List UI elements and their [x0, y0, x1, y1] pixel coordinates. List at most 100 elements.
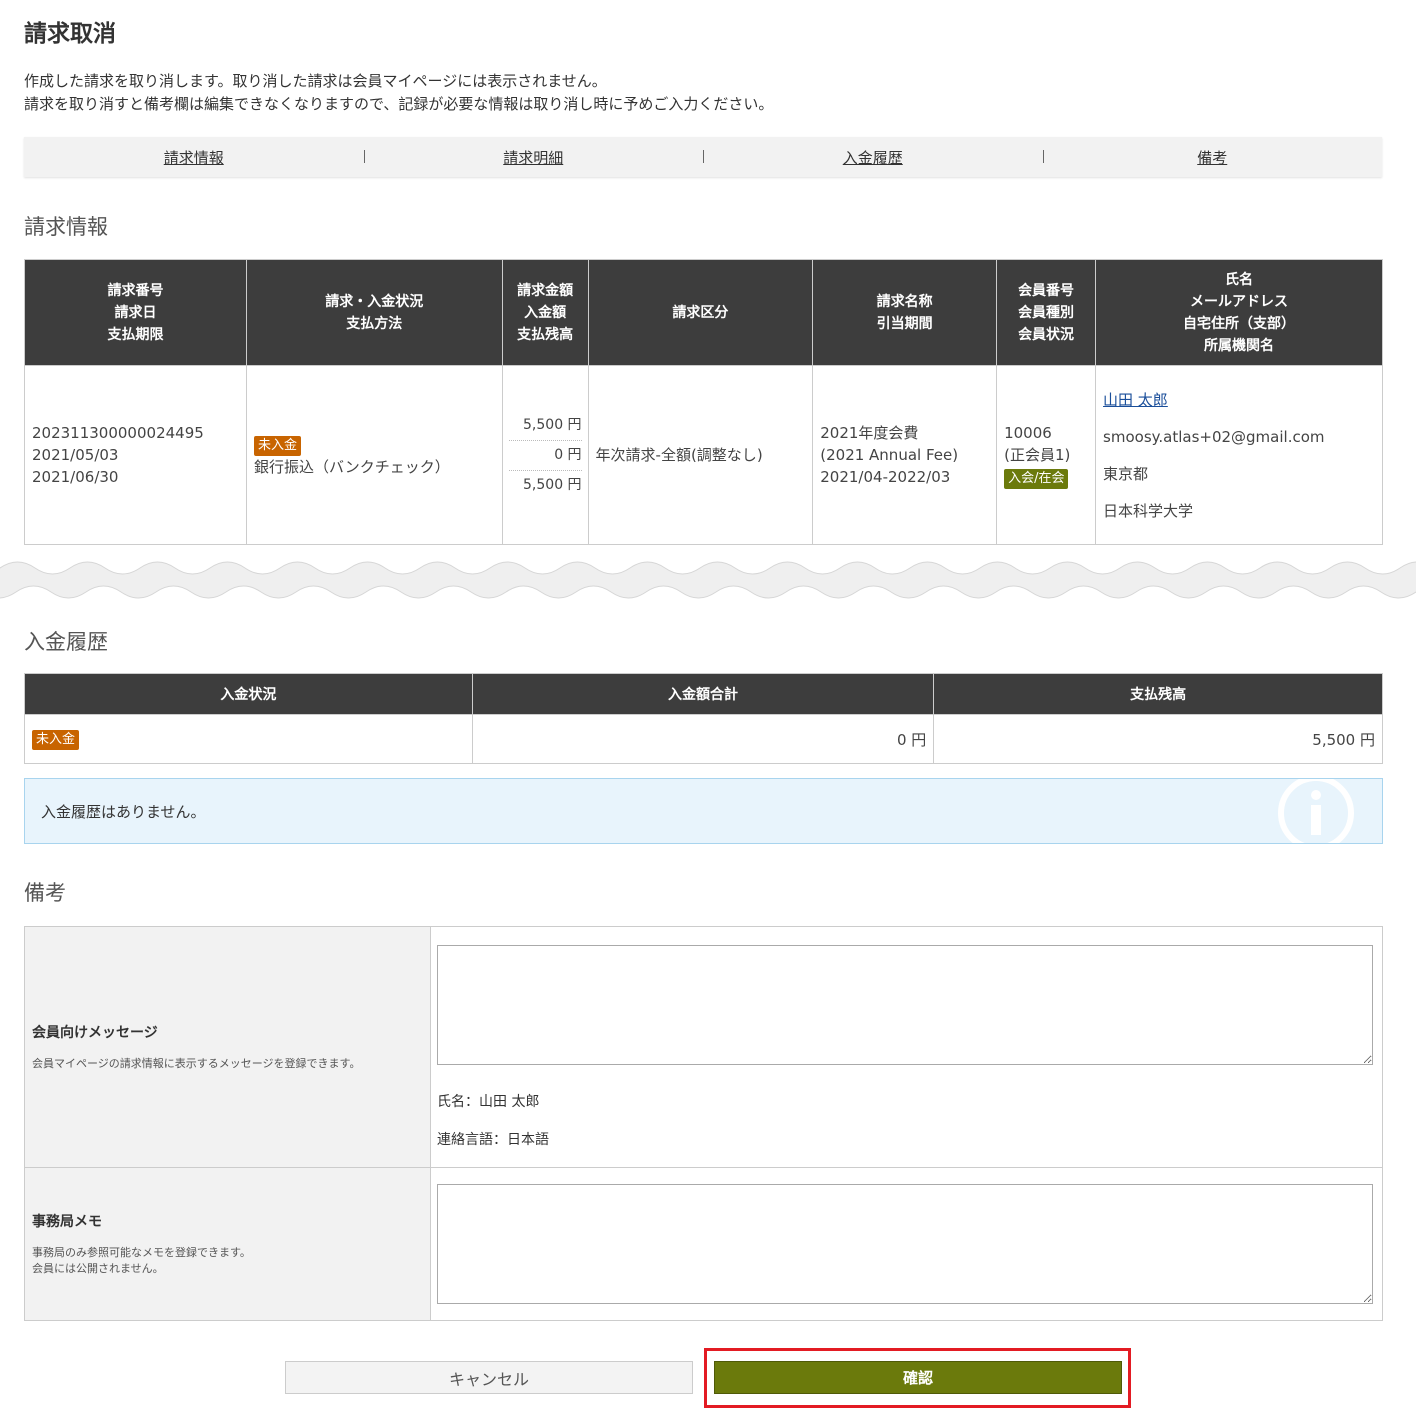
- member-message-textarea[interactable]: [437, 945, 1373, 1065]
- cell-invoice-name: 2021年度会費 (2021 Annual Fee) 2021/04-2022/…: [812, 365, 998, 545]
- contact-language: 連絡言語：日本語: [437, 1132, 549, 1148]
- office-memo-desc: 事務局のみ参照可能なメモを登録できます。 会員には公開されません。: [32, 1245, 423, 1277]
- cell-balance: 5,500 円: [933, 714, 1383, 764]
- office-memo-field-cell: [430, 1167, 1383, 1321]
- header-amounts: 請求金額 入金額 支払残高: [501, 259, 589, 366]
- intro-line-2: 請求を取り消すと備考欄は編集できなくなりますので、記録が必要な情報は取り消し時に…: [24, 95, 774, 113]
- intro-text: 作成した請求を取り消します。取り消した請求は会員マイページには表示されません。 …: [24, 70, 773, 116]
- cell-status: 未入金 銀行振込（バンクチェック）: [245, 365, 503, 545]
- header-text: 請求金額: [517, 282, 574, 299]
- payment-history-title: 入金履歴: [24, 630, 108, 654]
- invoice-info-table: 請求番号 請求日 支払期限 請求・入金状況 支払方法 請求金額 入金額 支払残高…: [24, 259, 1383, 545]
- header-total-paid: 入金額合計: [471, 673, 935, 715]
- cell-payment-status: 未入金: [24, 714, 473, 764]
- member-message-desc: 会員マイページの請求情報に表示するメッセージを登録できます。: [32, 1057, 361, 1070]
- header-status: 請求・入金状況 支払方法: [245, 259, 503, 366]
- balance-amount: 5,500 円: [523, 476, 582, 493]
- header-text: 請求・入金状況: [325, 293, 424, 310]
- cell-amounts: 5,500 円 0 円 5,500 円: [501, 365, 589, 545]
- cell-total-paid: 0 円: [471, 714, 935, 764]
- invoice-number: 202311300000024495: [32, 424, 204, 442]
- header-text: 会員種別: [1018, 304, 1075, 321]
- address: 東京都: [1103, 464, 1149, 483]
- header-invoice-no: 請求番号 請求日 支払期限: [24, 259, 247, 366]
- header-text: 請求名称: [876, 293, 933, 310]
- status-badge: 未入金: [253, 435, 301, 456]
- office-memo-label: 事務局メモ: [32, 1214, 102, 1230]
- header-text: 自宅住所（支部）: [1183, 315, 1296, 332]
- anchor-link-payment-history[interactable]: 入金履歴: [843, 149, 903, 167]
- notes-title: 備考: [24, 881, 66, 905]
- cell-category: 年次請求-全額(調整なし): [587, 365, 814, 545]
- header-text: 会員番号: [1018, 282, 1075, 299]
- header-payment-status: 入金状況: [24, 673, 473, 715]
- header-text: 請求日: [114, 304, 157, 321]
- invoice-name-en: (2021 Annual Fee): [820, 446, 959, 464]
- office-memo-desc-line: 会員には公開されません。: [32, 1262, 164, 1275]
- paid-amount: 0 円: [508, 441, 582, 471]
- cancel-button[interactable]: キャンセル: [285, 1361, 693, 1394]
- header-person: 氏名 メールアドレス 自宅住所（支部） 所属機関名: [1095, 259, 1383, 366]
- anchor-item: 備考: [1042, 147, 1383, 168]
- notes-table: 会員向けメッセージ 会員マイページの請求情報に表示するメッセージを登録できます。…: [24, 926, 1383, 1321]
- header-text: 請求区分: [672, 304, 729, 321]
- header-text: 支払残高: [517, 326, 574, 343]
- intro-line-1: 作成した請求を取り消します。取り消した請求は会員マイページには表示されません。: [24, 72, 607, 90]
- cell-invoice-no: 202311300000024495 2021/05/03 2021/06/30: [24, 365, 247, 545]
- invoice-date: 2021/05/03: [32, 446, 119, 464]
- office-memo-label-cell: 事務局メモ 事務局のみ参照可能なメモを登録できます。 会員には公開されません。: [24, 1167, 431, 1321]
- anchor-item: 請求明細: [363, 147, 704, 168]
- page-title: 請求取消: [24, 21, 116, 47]
- header-text: 支払期限: [107, 326, 164, 343]
- anchor-item: 請求情報: [24, 147, 364, 168]
- header-text: 請求番号: [107, 282, 164, 299]
- header-invoice-name: 請求名称 引当期間: [812, 259, 998, 366]
- office-memo-row: 事務局メモ 事務局のみ参照可能なメモを登録できます。 会員には公開されません。: [24, 1167, 1383, 1321]
- member-status-badge: 入会/在会: [1004, 468, 1069, 489]
- payment-header-row: 入金状況 入金額合計 支払残高: [24, 673, 1383, 715]
- email: smoosy.atlas+02@gmail.com: [1103, 427, 1325, 446]
- payment-method: 銀行振込（バンクチェック）: [253, 457, 450, 476]
- info-message-box: 入金履歴はありません。: [24, 778, 1383, 844]
- invoice-name: 2021年度会費: [820, 424, 919, 442]
- table-row: 未入金 0 円 5,500 円: [24, 714, 1383, 764]
- billed-amount: 5,500 円: [508, 411, 582, 441]
- confirm-button[interactable]: 確認: [714, 1361, 1122, 1394]
- office-memo-desc-line: 事務局のみ参照可能なメモを登録できます。: [32, 1246, 251, 1259]
- status-badge: 未入金: [32, 729, 80, 750]
- info-icon: [1278, 779, 1354, 843]
- anchor-link-invoice-info[interactable]: 請求情報: [164, 149, 224, 167]
- header-text: 入金額: [524, 304, 567, 321]
- anchor-nav: 請求情報 請求明細 入金履歴 備考: [24, 137, 1382, 177]
- member-number: 10006: [1004, 423, 1052, 442]
- table-row: 202311300000024495 2021/05/03 2021/06/30…: [24, 365, 1383, 545]
- anchor-link-notes[interactable]: 備考: [1197, 149, 1227, 167]
- header-text: メールアドレス: [1190, 293, 1289, 310]
- invoice-category: 年次請求-全額(調整なし): [595, 446, 763, 464]
- header-text: 引当期間: [876, 315, 933, 332]
- member-message-label-cell: 会員向けメッセージ 会員マイページの請求情報に表示するメッセージを登録できます。: [24, 926, 431, 1168]
- header-category: 請求区分: [587, 259, 814, 366]
- anchor-item: 入金履歴: [703, 147, 1043, 168]
- cell-person: 山田 太郎 smoosy.atlas+02@gmail.com 東京都 日本科学…: [1095, 365, 1383, 545]
- info-message: 入金履歴はありません。: [41, 803, 206, 821]
- member-type: (正会員1): [1004, 445, 1071, 464]
- member-message-label: 会員向けメッセージ: [32, 1025, 158, 1041]
- anchor-link-invoice-detail[interactable]: 請求明細: [503, 149, 563, 167]
- invoice-info-title: 請求情報: [24, 215, 108, 239]
- header-text: 会員状況: [1018, 326, 1075, 343]
- recipient-name: 氏名：山田 太郎: [437, 1094, 540, 1110]
- member-message-field-cell: 氏名：山田 太郎 連絡言語：日本語: [430, 926, 1383, 1168]
- header-text: 所属機関名: [1204, 337, 1275, 354]
- header-text: 支払方法: [346, 315, 403, 332]
- member-message-row: 会員向けメッセージ 会員マイページの請求情報に表示するメッセージを登録できます。…: [24, 926, 1383, 1168]
- wave-divider: [0, 561, 1416, 599]
- allocation-period: 2021/04-2022/03: [820, 468, 951, 486]
- header-member: 会員番号 会員種別 会員状況: [996, 259, 1097, 366]
- office-memo-textarea[interactable]: [437, 1184, 1373, 1304]
- due-date: 2021/06/30: [32, 468, 119, 486]
- header-text: 氏名: [1225, 271, 1254, 288]
- institution: 日本科学大学: [1103, 501, 1194, 520]
- person-name-link[interactable]: 山田 太郎: [1103, 391, 1168, 409]
- invoice-header-row: 請求番号 請求日 支払期限 請求・入金状況 支払方法 請求金額 入金額 支払残高…: [24, 259, 1383, 366]
